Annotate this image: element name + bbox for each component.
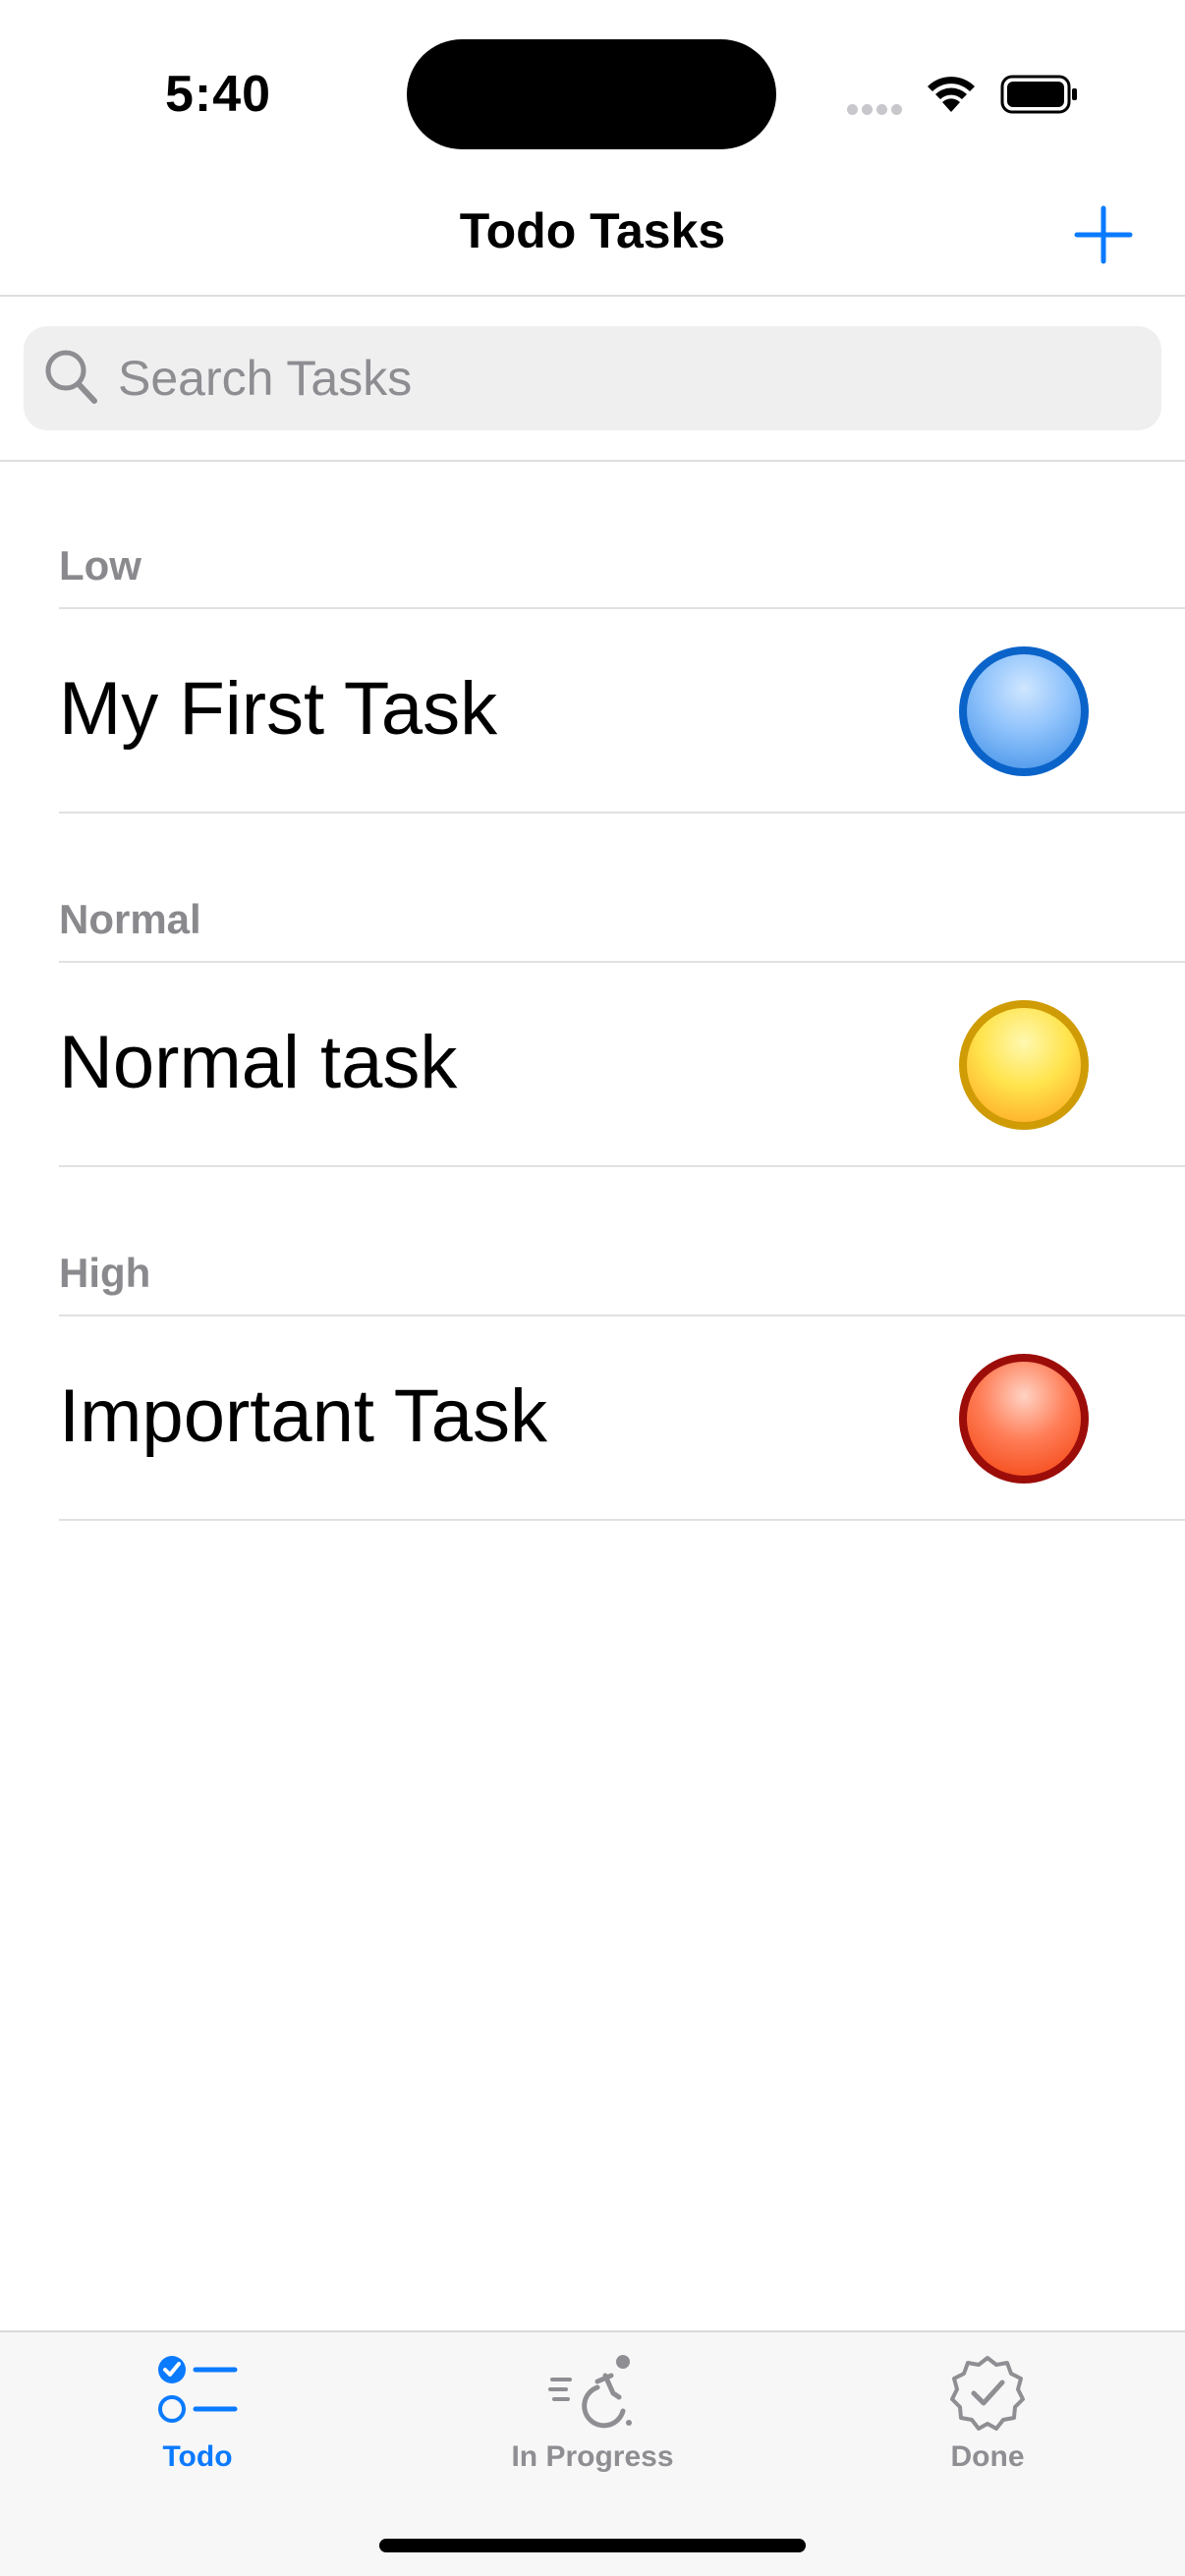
search-divider [0, 460, 1185, 462]
checklist-icon [156, 2354, 239, 2430]
wifi-icon [924, 73, 979, 119]
page-title: Todo Tasks [459, 203, 726, 258]
task-title: Important Task [59, 1374, 548, 1458]
task-row-my-first-task[interactable]: My First Task [0, 609, 1185, 812]
row-separator [59, 1165, 1185, 1167]
dynamic-island [407, 39, 776, 149]
figure-roll-runningpace-icon [548, 2354, 637, 2434]
status-time: 5:40 [165, 66, 272, 123]
screen: 5:40 Todo Tasks Search Tasks Low My Firs… [0, 0, 1185, 2576]
search-bar[interactable] [24, 326, 1161, 430]
cellular-signal-icon [847, 102, 906, 120]
priority-high-indicator-icon [959, 1354, 1089, 1484]
section-header-high: High [59, 1250, 151, 1296]
tab-label: Todo [162, 2440, 233, 2473]
status-bar: 5:40 [0, 0, 1185, 177]
section-header-low: Low [59, 542, 141, 588]
plus-icon [1074, 205, 1133, 264]
search-input[interactable] [118, 326, 1120, 430]
nav-divider [0, 295, 1185, 297]
add-task-button[interactable] [1071, 202, 1136, 267]
home-indicator[interactable] [379, 2539, 806, 2552]
navigation-bar: Todo Tasks [0, 177, 1185, 297]
tab-label: In Progress [511, 2440, 674, 2473]
task-row-normal-task[interactable]: Normal task [0, 963, 1185, 1165]
priority-normal-indicator-icon [959, 1000, 1089, 1130]
tab-done[interactable]: Done [790, 2332, 1185, 2490]
row-separator [59, 1519, 1185, 1521]
task-title: My First Task [59, 667, 498, 751]
tab-in-progress[interactable]: In Progress [395, 2332, 790, 2490]
section-header-normal: Normal [59, 896, 201, 942]
checkmark-seal-icon [948, 2354, 1027, 2437]
task-row-important-task[interactable]: Important Task [0, 1316, 1185, 1519]
battery-icon [1000, 75, 1079, 119]
search-icon [43, 348, 100, 412]
task-title: Normal task [59, 1021, 458, 1104]
row-separator [59, 812, 1185, 813]
priority-low-indicator-icon [959, 646, 1089, 776]
tab-label: Done [950, 2440, 1025, 2473]
tab-todo[interactable]: Todo [0, 2332, 395, 2490]
